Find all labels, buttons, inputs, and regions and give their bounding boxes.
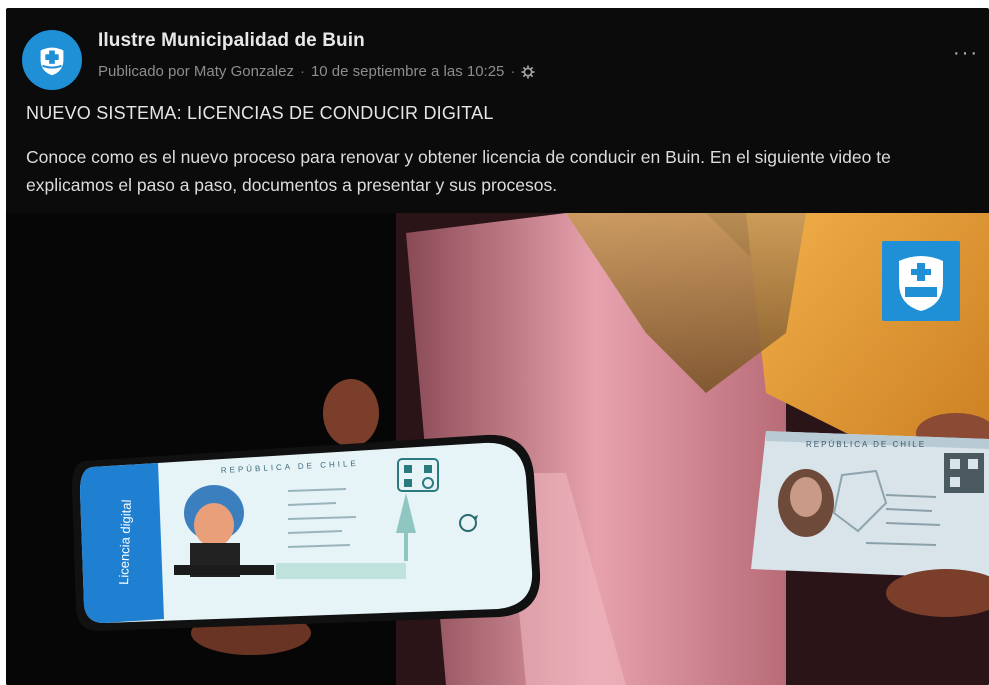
- post-body-text: Conoce como es el nuevo proceso para ren…: [26, 147, 891, 195]
- post-header: Ilustre Municipalidad de Buin Publicado …: [6, 8, 989, 94]
- phone: Licencia digital REPÚBLICA DE CHILE: [72, 434, 541, 631]
- post-meta: Publicado por Maty Gonzalez · 10 de sept…: [98, 63, 535, 80]
- video-frame: Licencia digital REPÚBLICA DE CHILE REPÚ…: [6, 213, 989, 685]
- physical-license-card: REPÚBLICA DE CHILE: [751, 431, 989, 579]
- avatar[interactable]: [22, 30, 82, 90]
- post-title: NUEVO SISTEMA: LICENCIAS DE CONDUCIR DIG…: [26, 103, 494, 123]
- published-by[interactable]: Publicado por Maty Gonzalez: [98, 63, 294, 80]
- meta-separator-2: ·: [510, 63, 516, 80]
- municipal-logo-icon: [40, 47, 64, 76]
- meta-separator: ·: [299, 63, 305, 80]
- post-timestamp[interactable]: 10 de septiembre a las 10:25: [311, 63, 504, 80]
- gear-icon[interactable]: [521, 64, 535, 79]
- phone-sidebar-text: Licencia digital: [116, 499, 134, 585]
- physical-card-header: REPÚBLICA DE CHILE: [806, 440, 926, 449]
- post-card: Ilustre Municipalidad de Buin Publicado …: [6, 8, 989, 685]
- left-hand: [323, 379, 379, 447]
- video-thumbnail[interactable]: Licencia digital REPÚBLICA DE CHILE REPÚ…: [6, 213, 989, 685]
- page-name-link[interactable]: Ilustre Municipalidad de Buin: [98, 30, 365, 52]
- more-options-button[interactable]: ···: [953, 42, 979, 65]
